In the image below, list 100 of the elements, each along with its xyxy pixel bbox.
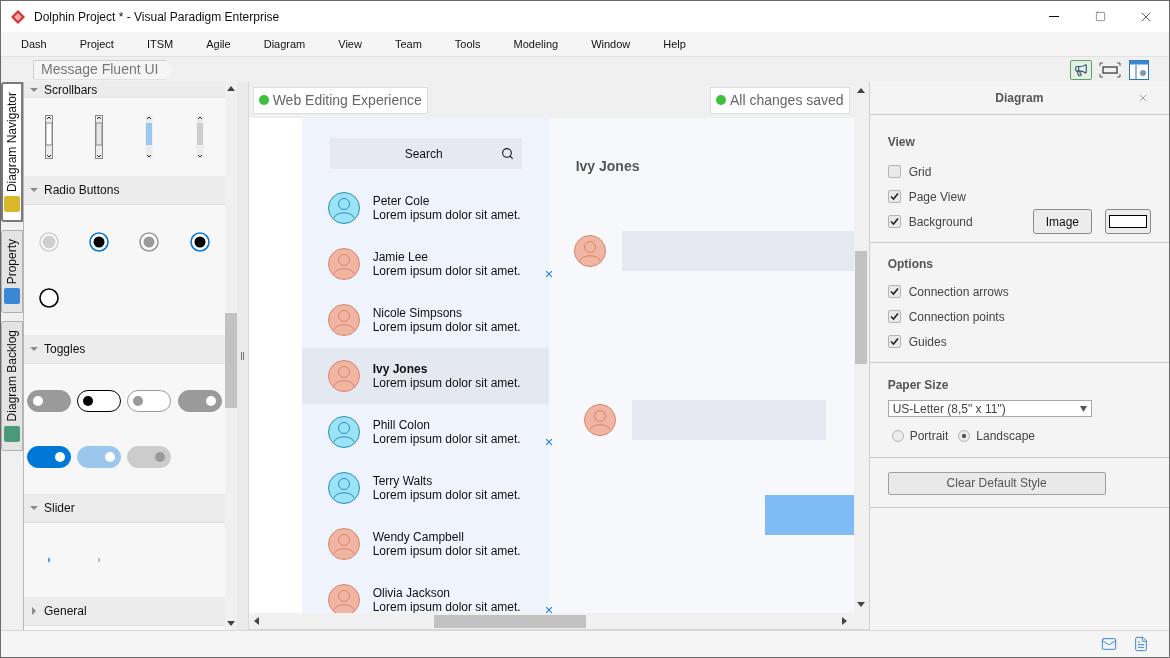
- collapse-triangle-icon[interactable]: [30, 504, 38, 512]
- splitter-handle-icon[interactable]: [241, 352, 245, 360]
- contact-row[interactable]: Wendy Campbell Lorem ipsum dolor sit amet.: [301, 516, 549, 572]
- side-tab[interactable]: Property: [1, 230, 23, 314]
- contact-row[interactable]: Peter Cole Lorem ipsum dolor sit amet.: [301, 180, 549, 236]
- collapse-triangle-icon[interactable]: [30, 186, 38, 194]
- section-header[interactable]: Scrollbars: [24, 82, 225, 98]
- contact-row[interactable]: Nicole Simpsons Lorem ipsum dolor sit amet.: [301, 292, 549, 348]
- toggle-switch[interactable]: [27, 390, 72, 412]
- side-tab[interactable]: Diagram Backlog: [1, 321, 23, 451]
- radio-button[interactable]: [39, 288, 60, 308]
- toggle-switch[interactable]: [27, 446, 72, 468]
- menu-item[interactable]: Tools: [442, 35, 493, 53]
- option-label: Background: [908, 213, 974, 231]
- menu-item[interactable]: Team: [382, 35, 434, 53]
- checkbox[interactable]: [887, 165, 901, 178]
- window-title: Dolphin Project * - Visual Paradigm Enterprise: [34, 8, 280, 26]
- option-label: Guides: [908, 333, 948, 351]
- status-badge: Web Editing Experience: [252, 86, 428, 114]
- slider-drawing: [98, 558, 101, 562]
- minimize-icon: [1049, 16, 1059, 17]
- scrollbar[interactable]: [248, 613, 869, 630]
- menu-item[interactable]: View: [326, 35, 374, 53]
- side-tab[interactable]: Diagram Navigator: [1, 82, 23, 223]
- tab-icon: [4, 288, 20, 305]
- menu-item[interactable]: Project: [67, 35, 126, 53]
- search-icon: [500, 147, 514, 160]
- search-field[interactable]: Search: [329, 138, 522, 169]
- option-label: Page View: [908, 188, 967, 206]
- message-preview: Lorem ipsum dolor sit amet.: [372, 432, 521, 446]
- image-button[interactable]: Image: [1032, 209, 1092, 234]
- contact-name: Terry Walts: [372, 474, 434, 488]
- section-header[interactable]: General: [24, 597, 225, 626]
- radio-button[interactable]: [189, 232, 210, 252]
- maximize-icon: [1094, 11, 1106, 22]
- scrollbar-thumb[interactable]: [225, 313, 238, 408]
- message-preview: Lorem ipsum dolor sit amet.: [372, 488, 521, 502]
- scrollbar-drawing: [95, 115, 104, 159]
- message-preview: Lorem ipsum dolor sit amet.: [372, 600, 521, 613]
- tab-icon: [4, 196, 20, 213]
- section-title: View: [887, 134, 916, 151]
- section-header[interactable]: Slider: [24, 494, 225, 523]
- close-icon[interactable]: [1137, 92, 1149, 104]
- section-header[interactable]: Radio Buttons: [24, 176, 225, 205]
- option-label: Landscape: [976, 428, 1036, 445]
- checkbox[interactable]: [887, 310, 901, 323]
- contact-name: Jamie Lee: [372, 250, 429, 264]
- clear-default-style-button[interactable]: Clear Default Style: [887, 471, 1106, 495]
- menu-item[interactable]: Window: [579, 35, 643, 53]
- scroll-up-arrow-icon[interactable]: [227, 86, 236, 91]
- paper-size-dropdown[interactable]: US-Letter (8,5" x 11"): [887, 400, 1092, 417]
- panel-layout-icon[interactable]: [1129, 59, 1149, 80]
- option-label: Portrait: [909, 428, 949, 445]
- fit-frame-icon[interactable]: [1099, 61, 1121, 78]
- contact-row[interactable]: Olivia Jackson Lorem ipsum dolor sit amet.: [301, 572, 549, 613]
- contact-row[interactable]: Ivy Jones Lorem ipsum dolor sit amet.: [301, 348, 549, 404]
- contact-row[interactable]: Phill Colon Lorem ipsum dolor sit amet.: [301, 404, 549, 460]
- expand-triangle-icon[interactable]: [30, 607, 38, 615]
- menu-item[interactable]: Agile: [194, 35, 243, 53]
- scroll-right-arrow-icon[interactable]: [841, 617, 847, 625]
- scroll-left-arrow-icon[interactable]: [253, 617, 259, 625]
- toggle-switch[interactable]: [127, 390, 172, 412]
- collapse-triangle-icon[interactable]: [30, 345, 38, 353]
- collapse-triangle-icon[interactable]: [30, 85, 38, 94]
- color-picker-button[interactable]: [1105, 209, 1151, 234]
- tab-icon: [4, 425, 20, 442]
- scroll-down-arrow-icon[interactable]: [857, 602, 866, 607]
- radio-button[interactable]: [958, 430, 971, 442]
- contact-row[interactable]: Terry Walts Lorem ipsum dolor sit amet.: [301, 460, 549, 516]
- checkbox[interactable]: [887, 335, 901, 348]
- radio-button[interactable]: [89, 232, 110, 252]
- message-preview: Lorem ipsum dolor sit amet.: [372, 264, 521, 278]
- menu-item[interactable]: ITSM: [134, 35, 186, 53]
- option-label: Grid: [908, 163, 933, 181]
- scrollbar-thumb[interactable]: [433, 614, 586, 628]
- megaphone-icon[interactable]: [1070, 59, 1092, 80]
- app-logo-icon: [10, 8, 26, 25]
- mail-icon[interactable]: [1101, 636, 1117, 652]
- menu-item[interactable]: Modeling: [501, 35, 571, 53]
- breadcrumb[interactable]: Message Fluent UI: [33, 59, 174, 80]
- checkbox[interactable]: [887, 215, 901, 228]
- checkbox[interactable]: [887, 285, 901, 298]
- message-preview: Lorem ipsum dolor sit amet.: [372, 208, 521, 222]
- menu-item[interactable]: Diagram: [251, 35, 318, 53]
- note-icon[interactable]: [1133, 636, 1149, 652]
- toggle-switch[interactable]: [177, 390, 222, 412]
- scrollbar-thumb[interactable]: [855, 251, 868, 364]
- toggle-switch[interactable]: [77, 390, 122, 412]
- checkbox[interactable]: [887, 190, 901, 203]
- contact-row[interactable]: Jamie Lee Lorem ipsum dolor sit amet.: [301, 236, 549, 292]
- chat-title: Ivy Jones: [575, 157, 641, 176]
- section-header[interactable]: Toggles: [24, 335, 225, 364]
- radio-button[interactable]: [891, 430, 904, 442]
- menu-item[interactable]: Help: [651, 35, 698, 53]
- contact-name: Olivia Jackson: [372, 586, 451, 600]
- slider-drawing: [48, 558, 51, 562]
- scroll-up-arrow-icon[interactable]: [857, 88, 866, 93]
- contact-name: Nicole Simpsons: [372, 306, 463, 320]
- scroll-down-arrow-icon[interactable]: [227, 621, 236, 626]
- menu-item[interactable]: Dash: [9, 35, 59, 53]
